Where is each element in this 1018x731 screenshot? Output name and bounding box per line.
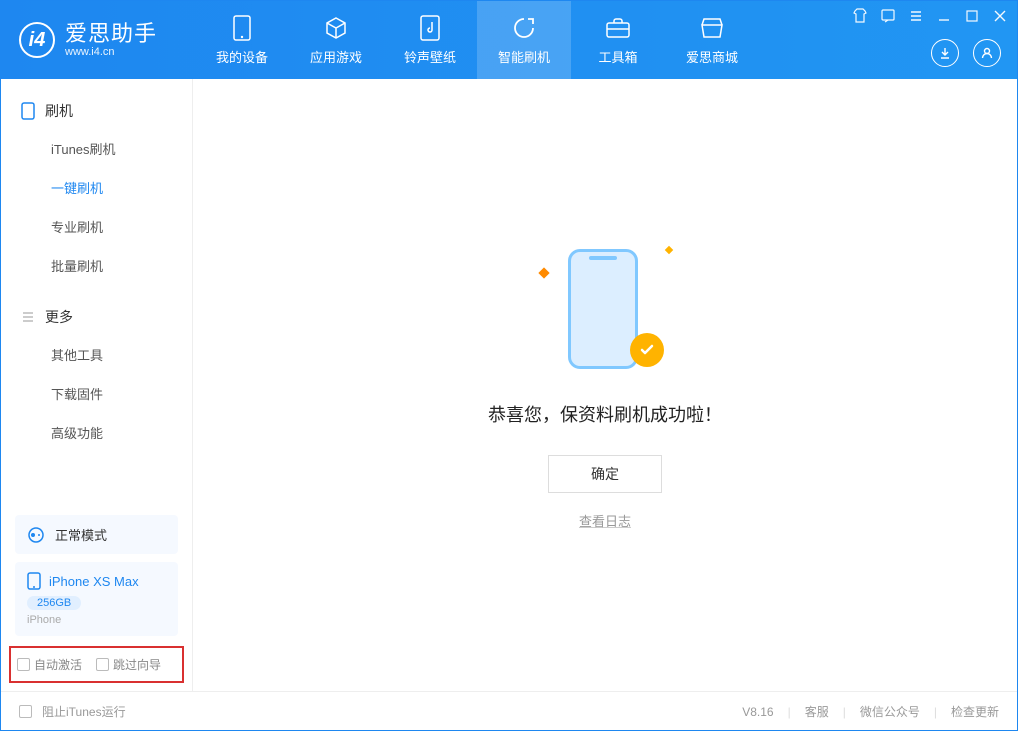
sidebar-item-onekey[interactable]: 一键刷机 (1, 168, 192, 207)
header-right-buttons (931, 39, 1001, 67)
sidebar-section-flash: 刷机 iTunes刷机 一键刷机 专业刷机 批量刷机 (1, 79, 192, 285)
sidebar-item-batch[interactable]: 批量刷机 (1, 246, 192, 285)
flash-options-row: 自动激活 跳过向导 (9, 646, 184, 683)
refresh-shield-icon (511, 15, 537, 41)
divider: | (934, 705, 937, 719)
sidebar: 刷机 iTunes刷机 一键刷机 专业刷机 批量刷机 更多 其他工具 下载固件 … (1, 79, 193, 691)
menu-icon[interactable] (907, 7, 925, 25)
checkbox-icon (96, 658, 109, 671)
window-controls (851, 7, 1009, 25)
version-label: V8.16 (742, 705, 773, 719)
support-link[interactable]: 客服 (805, 703, 829, 720)
feedback-icon[interactable] (879, 7, 897, 25)
store-icon (699, 15, 725, 41)
sidebar-item-firmware[interactable]: 下载固件 (1, 374, 192, 413)
app-header: i4 爱思助手 www.i4.cn 我的设备 应用游戏 铃声壁纸 智能刷机 工具… (1, 1, 1017, 79)
sparkle-icon (665, 245, 673, 253)
download-button[interactable] (931, 39, 959, 67)
checkbox-label: 自动激活 (34, 656, 82, 673)
user-button[interactable] (973, 39, 1001, 67)
phone-small-icon (21, 102, 35, 120)
divider: | (843, 705, 846, 719)
main-tabs: 我的设备 应用游戏 铃声壁纸 智能刷机 工具箱 爱思商城 (195, 1, 759, 79)
tab-store[interactable]: 爱思商城 (665, 1, 759, 79)
device-name-row: iPhone XS Max (27, 572, 166, 590)
device-small-icon (27, 572, 41, 590)
sidebar-header-more: 更多 (1, 299, 192, 335)
tab-label: 爱思商城 (686, 47, 738, 66)
app-logo-icon: i4 (19, 22, 55, 58)
sidebar-item-advanced[interactable]: 高级功能 (1, 413, 192, 452)
app-subtitle: www.i4.cn (65, 46, 157, 58)
logo-area: i4 爱思助手 www.i4.cn (1, 22, 175, 58)
logo-text: 爱思助手 www.i4.cn (65, 22, 157, 58)
footer: 阻止iTunes运行 V8.16 | 客服 | 微信公众号 | 检查更新 (1, 691, 1017, 731)
main-content: 恭喜您，保资料刷机成功啦！ 确定 查看日志 (193, 79, 1017, 691)
ok-button[interactable]: 确定 (548, 455, 662, 493)
music-file-icon (417, 15, 443, 41)
device-box[interactable]: iPhone XS Max 256GB iPhone (15, 562, 178, 636)
checkbox-label: 阻止iTunes运行 (42, 703, 126, 720)
checkbox-label: 跳过向导 (113, 656, 161, 673)
checkbox-auto-activate[interactable]: 自动激活 (17, 656, 82, 673)
device-type: iPhone (27, 614, 166, 626)
success-illustration (550, 241, 660, 381)
mode-box[interactable]: 正常模式 (15, 515, 178, 554)
app-title: 爱思助手 (65, 22, 157, 46)
tshirt-icon[interactable] (851, 7, 869, 25)
minimize-icon[interactable] (935, 7, 953, 25)
tab-my-device[interactable]: 我的设备 (195, 1, 289, 79)
sidebar-header-label: 刷机 (45, 101, 73, 121)
checkbox-icon (19, 705, 32, 718)
tab-label: 应用游戏 (310, 47, 362, 66)
cube-icon (323, 15, 349, 41)
sidebar-section-more: 更多 其他工具 下载固件 高级功能 (1, 285, 192, 452)
device-name: iPhone XS Max (49, 574, 139, 589)
checkmark-badge-icon (630, 333, 664, 367)
tab-smart-flash[interactable]: 智能刷机 (477, 1, 571, 79)
sidebar-item-itunes[interactable]: iTunes刷机 (1, 129, 192, 168)
mode-label: 正常模式 (55, 525, 107, 544)
sidebar-header-label: 更多 (45, 307, 73, 327)
tab-label: 智能刷机 (498, 47, 550, 66)
sidebar-header-flash: 刷机 (1, 93, 192, 129)
list-icon (21, 310, 35, 324)
tab-label: 工具箱 (599, 47, 638, 66)
maximize-icon[interactable] (963, 7, 981, 25)
divider: | (788, 705, 791, 719)
checkbox-icon (17, 658, 30, 671)
mode-icon (27, 526, 45, 544)
checkbox-block-itunes[interactable]: 阻止iTunes运行 (19, 703, 126, 720)
sidebar-item-other[interactable]: 其他工具 (1, 335, 192, 374)
sidebar-item-pro[interactable]: 专业刷机 (1, 207, 192, 246)
phone-illustration-icon (568, 249, 638, 369)
sparkle-icon (538, 267, 549, 278)
body-area: 刷机 iTunes刷机 一键刷机 专业刷机 批量刷机 更多 其他工具 下载固件 … (1, 79, 1017, 691)
tab-toolbox[interactable]: 工具箱 (571, 1, 665, 79)
view-log-link[interactable]: 查看日志 (579, 511, 631, 530)
close-icon[interactable] (991, 7, 1009, 25)
device-icon (229, 15, 255, 41)
storage-badge: 256GB (27, 596, 81, 610)
checkbox-skip-guide[interactable]: 跳过向导 (96, 656, 161, 673)
success-text: 恭喜您，保资料刷机成功啦！ (488, 401, 722, 427)
tab-apps[interactable]: 应用游戏 (289, 1, 383, 79)
check-update-link[interactable]: 检查更新 (951, 703, 999, 720)
wechat-link[interactable]: 微信公众号 (860, 703, 920, 720)
tab-label: 铃声壁纸 (404, 47, 456, 66)
tab-ringtone[interactable]: 铃声壁纸 (383, 1, 477, 79)
tab-label: 我的设备 (216, 47, 268, 66)
toolbox-icon (605, 15, 631, 41)
footer-right: V8.16 | 客服 | 微信公众号 | 检查更新 (742, 703, 999, 720)
